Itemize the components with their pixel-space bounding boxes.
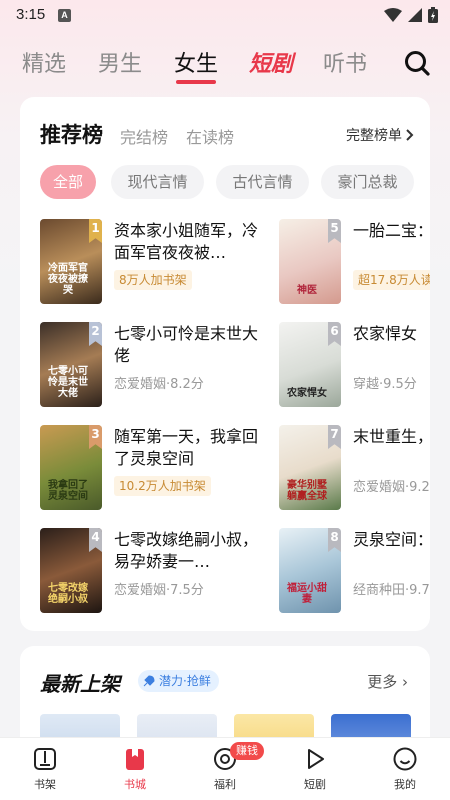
nav-profile-label: 我的: [394, 778, 416, 791]
tab-female[interactable]: 女生: [174, 46, 218, 78]
book-cover: 豪华别墅躺赢全球 7: [279, 425, 341, 510]
book-cover: 七零小可怜是末世大佬 2: [40, 322, 102, 407]
book-item[interactable]: 我拿回了灵泉空间 3 随军第一天，我拿回了灵泉空间 10.2万人加书架: [40, 425, 280, 515]
rank-badge: 7: [328, 425, 341, 449]
nav-welfare-label: 福利: [214, 778, 236, 791]
book-shelf-count: 10.2万人加书架: [114, 476, 211, 496]
rocket-icon: [143, 675, 155, 687]
smile-icon: [393, 747, 417, 771]
status-bar: 3:15 A: [0, 0, 450, 32]
book-cover: 福运小甜妻 8: [279, 528, 341, 613]
rank-badge: 1: [89, 219, 102, 243]
category-chip-ancient-romance[interactable]: 古代言情: [216, 165, 309, 199]
tab-completed-ranking[interactable]: 完结榜: [120, 124, 168, 148]
play-icon: [308, 749, 324, 769]
book-item[interactable]: 冷面军官夜夜被撩哭 1 资本家小姐随军，冷面军官夜夜被… 8万人加书架: [40, 219, 280, 309]
potential-tag-label: 潜力·抢鲜: [159, 674, 211, 688]
rank-badge: 8: [328, 528, 341, 552]
book-meta: 穿越·9.5分: [353, 377, 417, 392]
recommend-ranking-card: 推荐榜 完结榜 在读榜 完整榜单 全部 现代言情 古代言情 豪门总裁 冷面军官夜…: [20, 97, 430, 631]
book-shelf-count: 8万人加书架: [114, 270, 192, 290]
active-tab-indicator: [176, 80, 216, 84]
book-title: 七零改嫁绝嗣小叔，易孕娇妻一…: [114, 530, 259, 571]
notification-icon: A: [58, 9, 71, 22]
tab-featured[interactable]: 精选: [22, 46, 66, 78]
book-open-icon: [34, 748, 56, 770]
book-title: 农家悍女: [353, 324, 418, 343]
nav-short-drama-label: 短剧: [304, 778, 326, 791]
status-icons: [384, 7, 438, 23]
potential-tag: 潜力·抢鲜: [138, 670, 219, 692]
book-title: 资本家小姐随军，冷面军官夜夜被…: [114, 221, 259, 262]
nav-bookstore-label: 书城: [124, 778, 146, 791]
nav-short-drama[interactable]: 短剧: [285, 744, 345, 798]
more-label: 更多: [367, 673, 398, 691]
nav-bookshelf-label: 书架: [34, 778, 56, 791]
book-reader-count: 超17.8万人读: [353, 270, 430, 290]
tab-reading-ranking[interactable]: 在读榜: [186, 124, 234, 148]
category-chip-ceo[interactable]: 豪门总裁: [321, 165, 414, 199]
book-item[interactable]: 福运小甜妻 8 灵泉空间：运妻 经商种田·9.7: [279, 528, 430, 618]
more-link[interactable]: 更多 ›: [367, 671, 408, 692]
battery-icon: [428, 7, 438, 23]
book-title: 末世重生，华别墅躺: [353, 427, 430, 446]
rank-badge: 2: [89, 322, 102, 346]
book-title: 随军第一天，我拿回了灵泉空间: [114, 427, 259, 468]
book-item[interactable]: 豪华别墅躺赢全球 7 末世重生，华别墅躺 恋爱婚姻·9.2: [279, 425, 430, 515]
tab-short-drama[interactable]: 短剧: [249, 46, 293, 78]
book-item[interactable]: 农家悍女 6 农家悍女 穿越·9.5分: [279, 322, 430, 412]
tab-audiobook[interactable]: 听书: [323, 46, 367, 78]
new-arrivals-title: 最新上架: [40, 672, 120, 696]
book-cover: 神医 5: [279, 219, 341, 304]
book-title: 一胎二宝：神医: [353, 221, 430, 240]
tab-male[interactable]: 男生: [98, 46, 142, 78]
book-meta: 恋爱婚姻·7.5分: [114, 583, 204, 598]
book-meta: 恋爱婚姻·8.2分: [114, 377, 204, 392]
book-cover: 农家悍女 6: [279, 322, 341, 407]
rank-badge: 3: [89, 425, 102, 449]
rank-badge: 6: [328, 322, 341, 346]
channel-tabs: 精选 男生 女生 短剧 听书: [0, 40, 450, 88]
category-chip-modern-romance[interactable]: 现代言情: [111, 165, 204, 199]
rank-badge: 4: [89, 528, 102, 552]
full-ranking-link[interactable]: 完整榜单: [346, 125, 414, 145]
category-chip-all[interactable]: 全部: [40, 165, 96, 199]
book-cover: 冷面军官夜夜被撩哭 1: [40, 219, 102, 304]
earn-money-badge: 赚钱: [230, 742, 264, 760]
book-item[interactable]: 七零小可怜是末世大佬 2 七零小可怜是末世大佬 恋爱婚姻·8.2分: [40, 322, 280, 412]
book-cover: 七零改嫁绝嗣小叔 4: [40, 528, 102, 613]
book-item[interactable]: 神医 5 一胎二宝：神医 超17.8万人读: [279, 219, 430, 309]
book-title: 七零小可怜是末世大佬: [114, 324, 259, 365]
bookstore-icon: [126, 749, 144, 770]
nav-bookshelf[interactable]: 书架: [15, 744, 75, 798]
bottom-navigation: 书架 书城 福利 短剧 我的: [0, 737, 450, 800]
book-meta: 经商种田·9.7: [353, 583, 430, 598]
signal-icon: [408, 8, 422, 22]
search-icon[interactable]: [403, 49, 431, 77]
chevron-right-icon: [406, 129, 414, 141]
full-ranking-label: 完整榜单: [346, 128, 402, 144]
book-meta: 恋爱婚姻·9.2: [353, 480, 430, 495]
nav-profile[interactable]: 我的: [375, 744, 435, 798]
book-item[interactable]: 七零改嫁绝嗣小叔 4 七零改嫁绝嗣小叔，易孕娇妻一… 恋爱婚姻·7.5分: [40, 528, 280, 618]
rank-badge: 5: [328, 219, 341, 243]
wifi-icon: [384, 8, 402, 22]
book-cover: 我拿回了灵泉空间 3: [40, 425, 102, 510]
book-title: 灵泉空间：运妻: [353, 530, 430, 549]
ranking-title: 推荐榜: [40, 123, 103, 147]
nav-bookstore[interactable]: 书城: [105, 744, 165, 798]
status-time: 3:15: [16, 6, 46, 23]
